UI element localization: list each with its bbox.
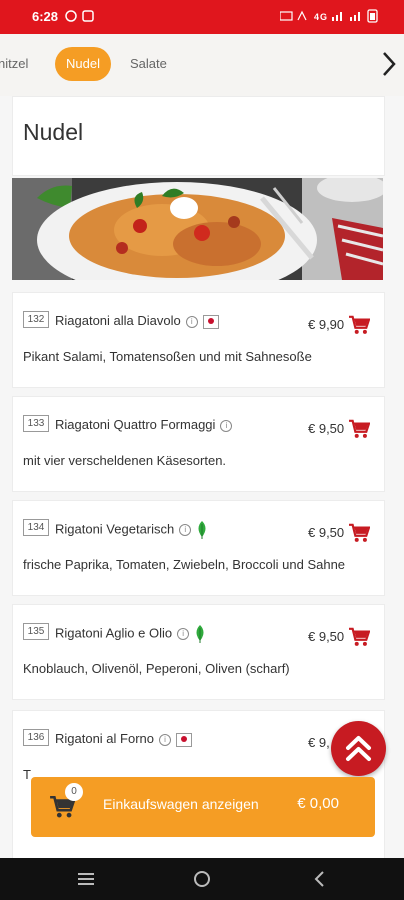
dish-number: 135 [23,623,49,640]
add-to-cart-icon[interactable] [348,419,370,439]
dish-card[interactable]: 133 Riagatoni Quattro Formaggi i € 9,50 m… [12,396,385,492]
dish-name: Rigatoni Aglio e Olio [55,625,173,641]
dish-price: € 9, [308,735,330,750]
dish-price: € 9,50 [308,629,345,644]
info-icon[interactable]: i [220,419,233,432]
dish-name: Riagatoni alla Diavolo [55,313,181,328]
dish-description: T [23,767,31,782]
dish-name: Riagatoni Quattro Formaggi [55,417,216,432]
add-to-cart-icon[interactable] [348,523,370,543]
category-tab-nudel[interactable]: Nudel [55,47,111,81]
add-to-cart-icon[interactable] [348,315,370,335]
dish-number: 132 [23,311,49,328]
dish-name-line: Rigatoni Vegetarisch i [55,521,209,539]
network-type: 4G [314,12,328,22]
cart-label: Einkaufswagen anzeigen [103,796,259,812]
dish-card[interactable]: 134 Rigatoni Vegetarisch i € 9,50 frische… [12,500,385,596]
info-icon[interactable]: i [159,733,171,746]
dish-name-line: Riagatoni alla Diavolo i [55,313,219,329]
dish-price: € 9,90 [308,317,345,332]
status-time: 6:28 [32,9,59,24]
chevron-right-icon[interactable] [380,50,398,78]
add-to-cart-icon[interactable] [348,627,370,647]
system-navigation-bar [0,858,404,900]
dish-name-line: Riagatoni Quattro Formaggi i [55,417,233,432]
dish-card[interactable]: 135 Rigatoni Aglio e Olio i € 9,50 Knobla… [12,604,385,700]
back-icon[interactable] [310,869,330,889]
vegetarian-leaf-icon [196,625,204,643]
dish-price: € 9,50 [308,421,345,436]
double-chevron-up-icon [346,736,371,761]
pasta-banner-image [12,178,383,280]
info-icon[interactable]: i [179,524,192,536]
dish-name-line: Rigatoni al Forno i [55,731,192,747]
category-tab-salate[interactable]: Salate [130,47,167,81]
dish-number: 134 [23,519,49,536]
dish-price: € 9,50 [308,525,345,540]
dish-description: Knoblauch, Olivenöl, Peperoni, Oliven (s… [23,661,290,676]
home-icon[interactable] [192,869,212,889]
dish-name-line: Rigatoni Aglio e Olio i [55,625,207,643]
dish-number: 136 [23,729,49,746]
info-icon[interactable]: i [185,315,198,328]
info-icon[interactable]: i [177,628,190,640]
dish-name: Rigatoni al Forno [55,731,154,746]
vegetarian-leaf-icon [198,521,206,539]
dish-description: mit vier verscheldenen Käsesorten. [23,453,227,468]
japan-flag-icon [176,732,192,747]
japan-flag-icon [202,314,219,329]
status-right: 4G [279,9,384,26]
dish-number: 133 [23,415,49,432]
app-notification-icons [65,10,94,22]
category-tab-schnitzel[interactable]: nitzel [0,47,28,81]
cart-count-badge: 0 [65,783,83,801]
section-header: Nudel [12,96,385,176]
dish-description: frische Paprika, Tomaten, Zwiebeln, Broc… [23,557,346,572]
dish-card[interactable]: 132 Riagatoni alla Diavolo i € 9,90 Pikan… [12,292,385,388]
scroll-to-top-button[interactable] [331,721,386,776]
cart-total: € 0,00 [297,795,339,812]
dish-name: Rigatoni Vegetarisch [55,521,175,537]
recent-apps-icon[interactable] [76,869,96,889]
section-title: Nudel [23,119,84,145]
signal-battery-icons: 4G [279,9,378,23]
dish-description: Pikant Salami, Tomatensoßen und mit Sahn… [23,349,312,364]
view-cart-button[interactable]: 0 Einkaufswagen anzeigen € 0,00 [31,777,375,837]
status-bar: 6:28 4G [0,0,404,34]
status-app-icons [65,9,101,26]
category-bar: nitzel Nudel Salate [0,34,404,96]
